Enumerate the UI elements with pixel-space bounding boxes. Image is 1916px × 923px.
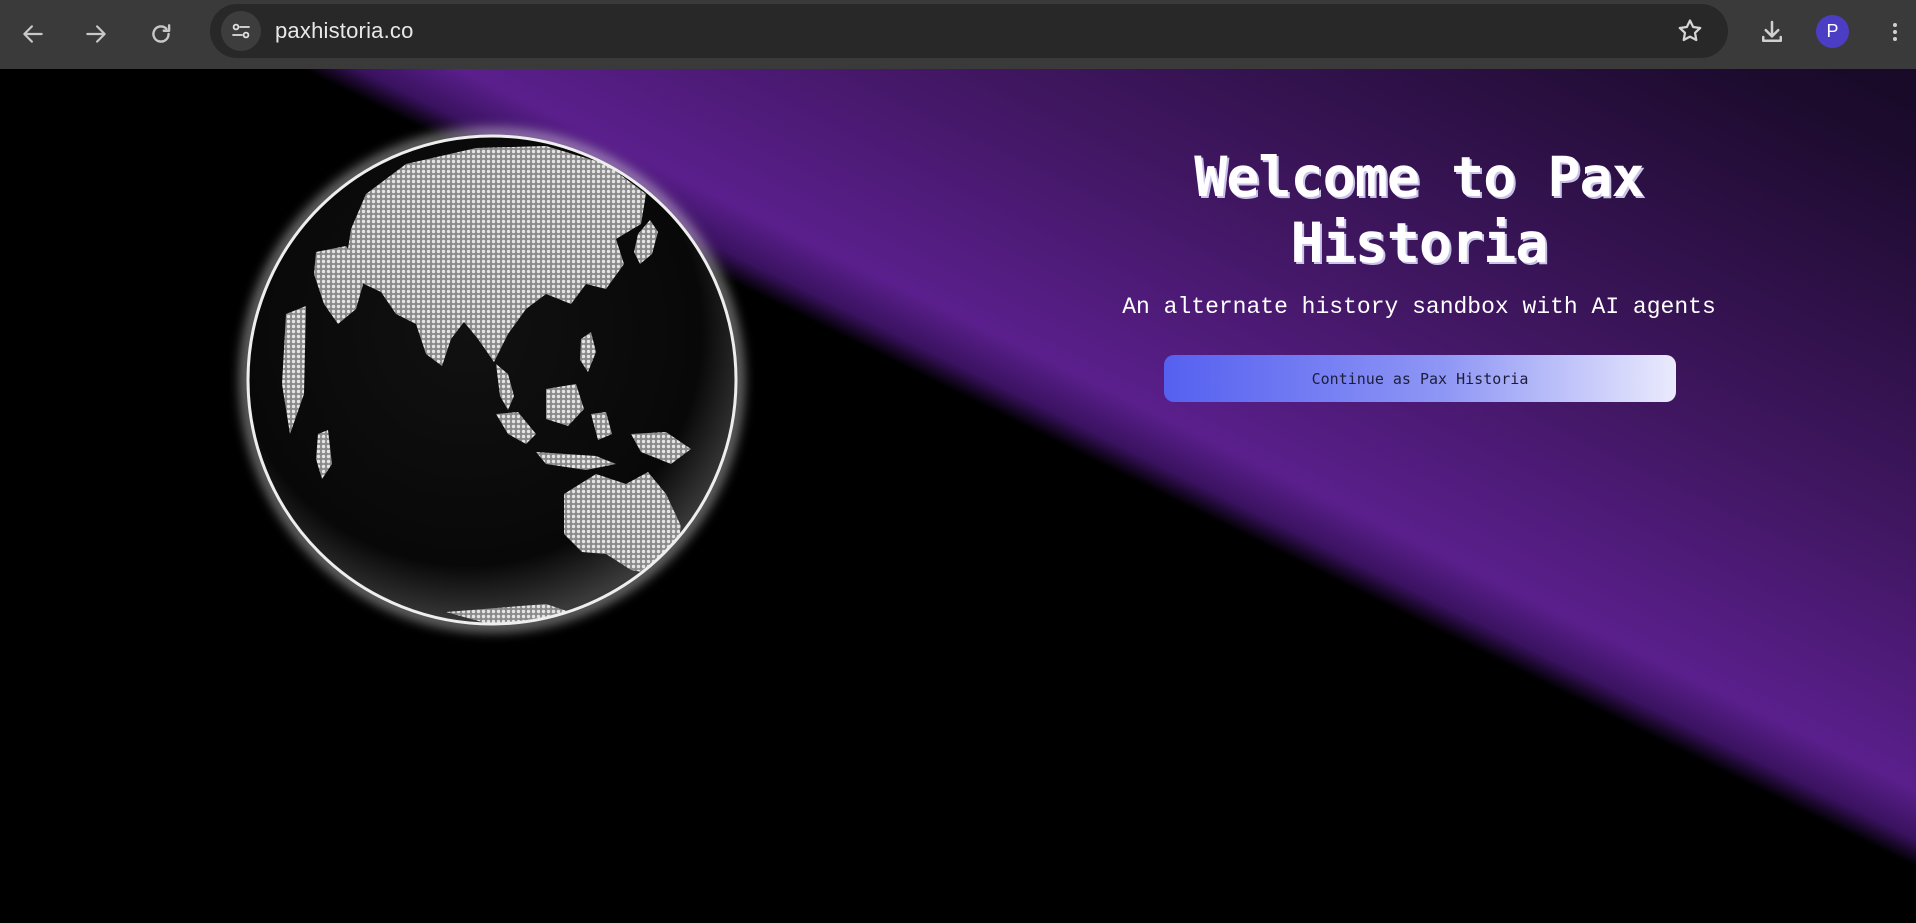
- star-icon: [1678, 19, 1702, 42]
- back-button[interactable]: [13, 14, 53, 54]
- bookmark-button[interactable]: [1672, 13, 1708, 49]
- browser-menu-button[interactable]: [1880, 12, 1910, 52]
- reload-button[interactable]: [141, 14, 181, 54]
- forward-button[interactable]: [76, 14, 116, 54]
- earth-globe-illustration: [241, 129, 743, 631]
- landing-page: Welcome to Pax Historia An alternate his…: [0, 69, 1916, 923]
- site-info-button[interactable]: [221, 11, 261, 51]
- hero-section: Welcome to Pax Historia An alternate his…: [1064, 144, 1774, 320]
- continue-button[interactable]: Continue as Pax Historia: [1164, 355, 1676, 402]
- download-icon: [1762, 20, 1782, 42]
- address-bar[interactable]: paxhistoria.co: [210, 4, 1728, 58]
- url-text[interactable]: paxhistoria.co: [275, 18, 414, 44]
- arrow-right-icon: [86, 25, 106, 43]
- profile-avatar[interactable]: P: [1816, 15, 1849, 48]
- arrow-left-icon: [23, 25, 43, 43]
- page-subtitle: An alternate history sandbox with AI age…: [1122, 294, 1716, 320]
- page-title: Welcome to Pax Historia: [1194, 145, 1645, 275]
- kebab-menu-icon: [1893, 23, 1897, 41]
- downloads-button[interactable]: [1752, 12, 1792, 52]
- tune-icon: [232, 23, 250, 39]
- reload-icon: [152, 24, 171, 43]
- browser-toolbar: paxhistoria.co P: [0, 0, 1916, 69]
